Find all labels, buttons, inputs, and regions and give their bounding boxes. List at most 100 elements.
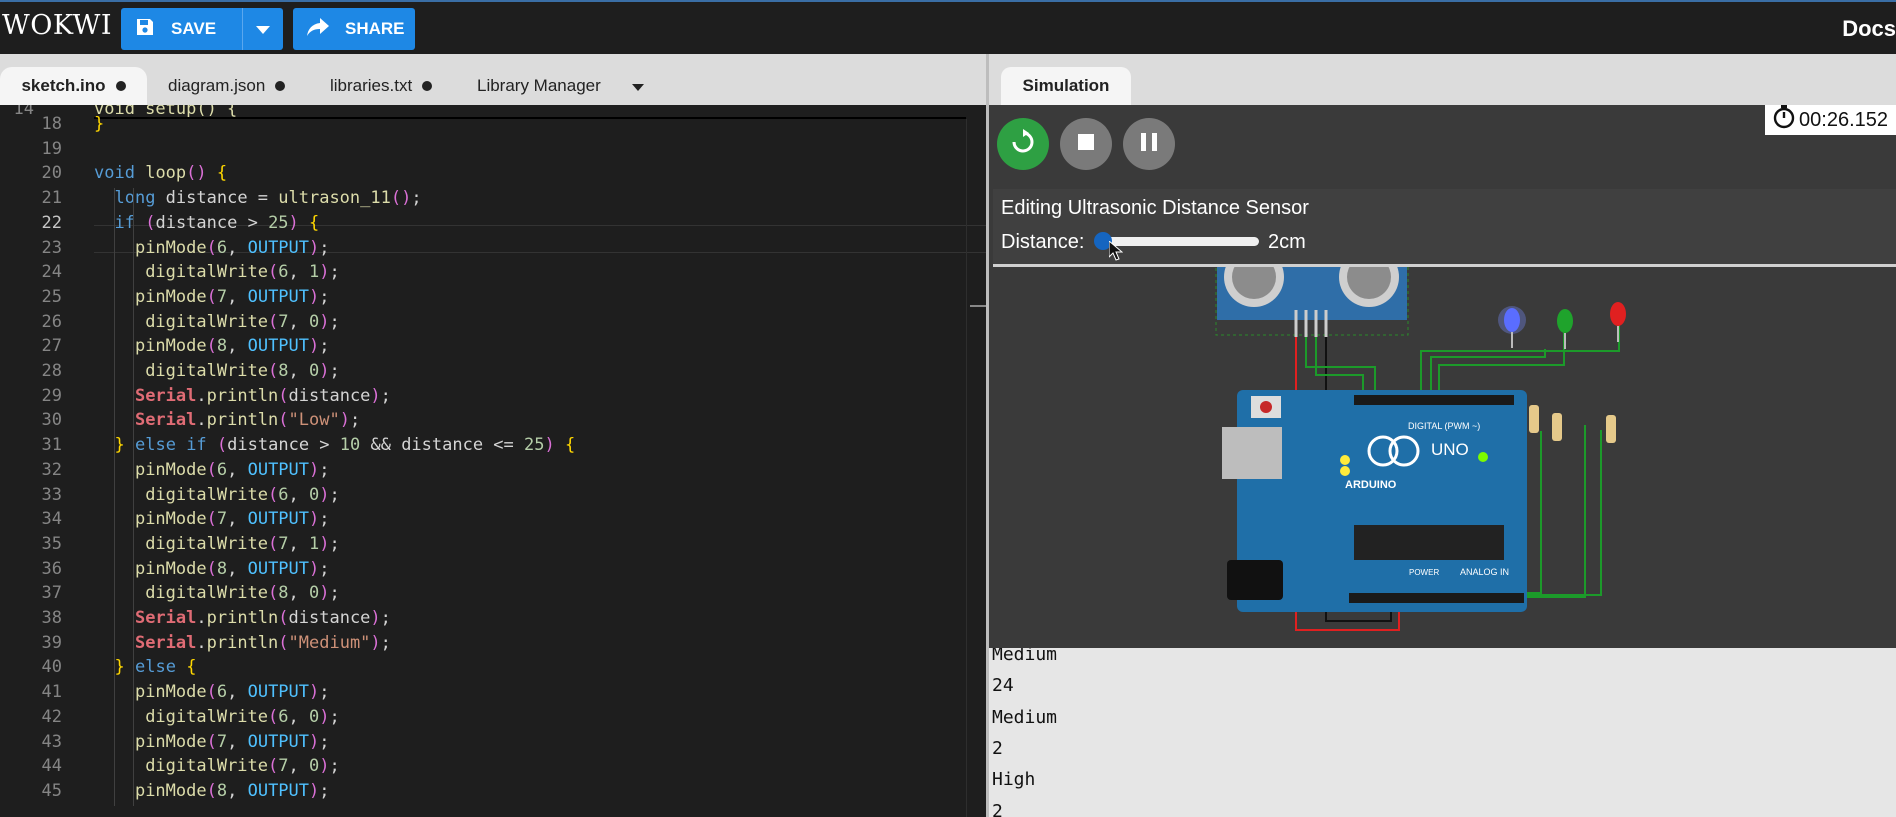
line-number: 40: [41, 657, 62, 678]
tab-label: diagram.json: [168, 76, 266, 95]
line-number: 27: [41, 336, 62, 357]
tab-libraries-txt[interactable]: libraries.txt: [330, 67, 433, 105]
save-button[interactable]: SAVE: [121, 8, 283, 50]
tab-label: sketch.ino: [21, 76, 106, 95]
serial-output-line: 2: [992, 737, 1003, 759]
share-label: SHARE: [345, 19, 405, 38]
code-line: pinMode(6, OUTPUT);: [134, 237, 330, 258]
digital-header-text: DIGITAL (PWM ~): [1408, 421, 1480, 431]
code-line: digitalWrite(6, 0);: [145, 484, 340, 505]
line-number: 25: [41, 286, 62, 307]
tab-sketch-ino[interactable]: sketch.ino: [0, 67, 147, 105]
code-line: Serial.println(distance);: [134, 385, 391, 406]
code-line: digitalWrite(7, 0);: [145, 311, 340, 332]
indent-guide: [133, 188, 134, 806]
top-bar: WOKWI SAVE SHARE Docs: [0, 0, 1896, 54]
line-number: 38: [41, 608, 62, 628]
code-line: digitalWrite(8, 0);: [145, 361, 340, 381]
code-line: long distance = ultrason_11();: [114, 188, 422, 209]
tab-diagram-json[interactable]: diagram.json: [168, 67, 286, 105]
line-number: 23: [41, 237, 62, 258]
unsaved-dot-icon: [115, 81, 126, 91]
serial-output-line: 2: [992, 800, 1003, 817]
simulation-tabs: Simulation: [989, 54, 1896, 105]
code-line: digitalWrite(8, 0);: [145, 583, 340, 604]
code-line: }: [94, 114, 105, 134]
tabs-more-dropdown[interactable]: [632, 67, 644, 105]
code-line: if (distance > 25) {: [114, 212, 320, 233]
line-number: 39: [41, 632, 62, 653]
code-line: pinMode(7, OUTPUT);: [134, 286, 330, 307]
code-line: digitalWrite(6, 1);: [145, 262, 340, 283]
save-options-dropdown[interactable]: [242, 8, 283, 50]
line-number: 45: [41, 780, 62, 801]
led-glow: [1498, 306, 1526, 334]
uno-model-text: UNO: [1431, 440, 1469, 459]
code-line: } else if (distance > 10 && distance <= …: [114, 435, 576, 456]
code-line: pinMode(8, OUTPUT);: [134, 336, 330, 357]
line-number: 33: [41, 484, 62, 505]
caret-down-icon: [632, 76, 644, 96]
code-line: digitalWrite(7, 1);: [145, 533, 340, 554]
tab-label: libraries.txt: [330, 76, 413, 95]
serial-monitor[interactable]: Medium 24 Medium 2 High 2: [989, 648, 1896, 817]
circuit-diagram: ARDUINO UNO DIGITAL (PWM ~) ANALOG IN PO…: [1215, 247, 1626, 631]
distance-slider-track[interactable]: [1103, 237, 1259, 246]
leds[interactable]: [1498, 302, 1626, 349]
resistors[interactable]: [1529, 405, 1616, 443]
line-number: 34: [41, 509, 62, 530]
part-editing-panel: Editing Ultrasonic Distance Sensor Dista…: [993, 189, 1896, 267]
code-line: pinMode(6, OUTPUT);: [134, 459, 330, 480]
code-line: pinMode(8, OUTPUT);: [134, 780, 330, 801]
editor-tabs: sketch.ino diagram.json libraries.txt Li…: [0, 54, 988, 105]
line-number: 28: [41, 361, 62, 381]
analog-header-text: ANALOG IN: [1460, 567, 1509, 577]
code-line: pinMode(7, OUTPUT);: [134, 731, 330, 752]
code-line: Serial.println(distance);: [134, 608, 391, 628]
code-editor[interactable]: 14 void setup() { 18} 19 20 void loop() {21…: [0, 105, 988, 817]
line-number: 18: [41, 114, 62, 134]
led[interactable]: [1557, 309, 1573, 333]
floppy-disk-icon: [135, 17, 155, 42]
simulation-canvas[interactable]: 00:26.152 ARDUINO UNO DIGITAL (PWM ~) AN…: [989, 105, 1896, 648]
code-line: pinMode(8, OUTPUT);: [134, 558, 330, 579]
code-line: digitalWrite(7, 0);: [145, 756, 340, 777]
distance-value: 2cm: [1268, 231, 1306, 253]
line-number: 41: [41, 682, 62, 703]
unsaved-dot-icon: [422, 81, 433, 91]
wokwi-logo[interactable]: WOKWI: [2, 10, 112, 41]
save-label: SAVE: [171, 19, 217, 38]
sticky-scroll-shadow: [94, 117, 966, 119]
serial-output-line: 24: [992, 675, 1014, 697]
code-line: digitalWrite(6, 0);: [145, 706, 340, 727]
unsaved-dot-icon: [275, 81, 286, 91]
line-number: 36: [41, 558, 62, 579]
indent-guide: [114, 188, 115, 806]
led[interactable]: [1610, 302, 1626, 326]
tab-library-manager[interactable]: Library Manager: [477, 67, 601, 105]
code-line: pinMode(7, OUTPUT);: [134, 509, 330, 530]
share-button[interactable]: SHARE: [293, 8, 415, 50]
line-number: 29: [41, 385, 62, 406]
line-number: 30: [41, 410, 62, 431]
code-line: } else {: [114, 657, 197, 678]
line-number: 19: [41, 138, 62, 159]
editing-title: Editing Ultrasonic Distance Sensor: [1001, 197, 1309, 219]
line-number: 35: [41, 533, 62, 554]
code-line: pinMode(6, OUTPUT);: [134, 682, 330, 703]
line-number: 31: [41, 435, 62, 456]
line-number: 43: [41, 731, 62, 752]
minimap-divider: [966, 119, 967, 817]
serial-output-line: High: [992, 769, 1036, 791]
arduino-uno-board[interactable]: ARDUINO UNO DIGITAL (PWM ~) ANALOG IN PO…: [1222, 390, 1527, 612]
power-header-text: POWER: [1409, 568, 1439, 577]
line-number: 42: [41, 706, 62, 727]
code-line: void loop() {: [94, 163, 228, 184]
line-number: 21: [41, 188, 62, 209]
line-number: 22: [41, 212, 62, 233]
scrollbar-marker: [970, 305, 986, 307]
line-number: 32: [41, 459, 62, 480]
docs-link[interactable]: Docs: [1842, 16, 1896, 42]
distance-label: Distance:: [1001, 231, 1085, 253]
tab-simulation[interactable]: Simulation: [1001, 67, 1131, 105]
